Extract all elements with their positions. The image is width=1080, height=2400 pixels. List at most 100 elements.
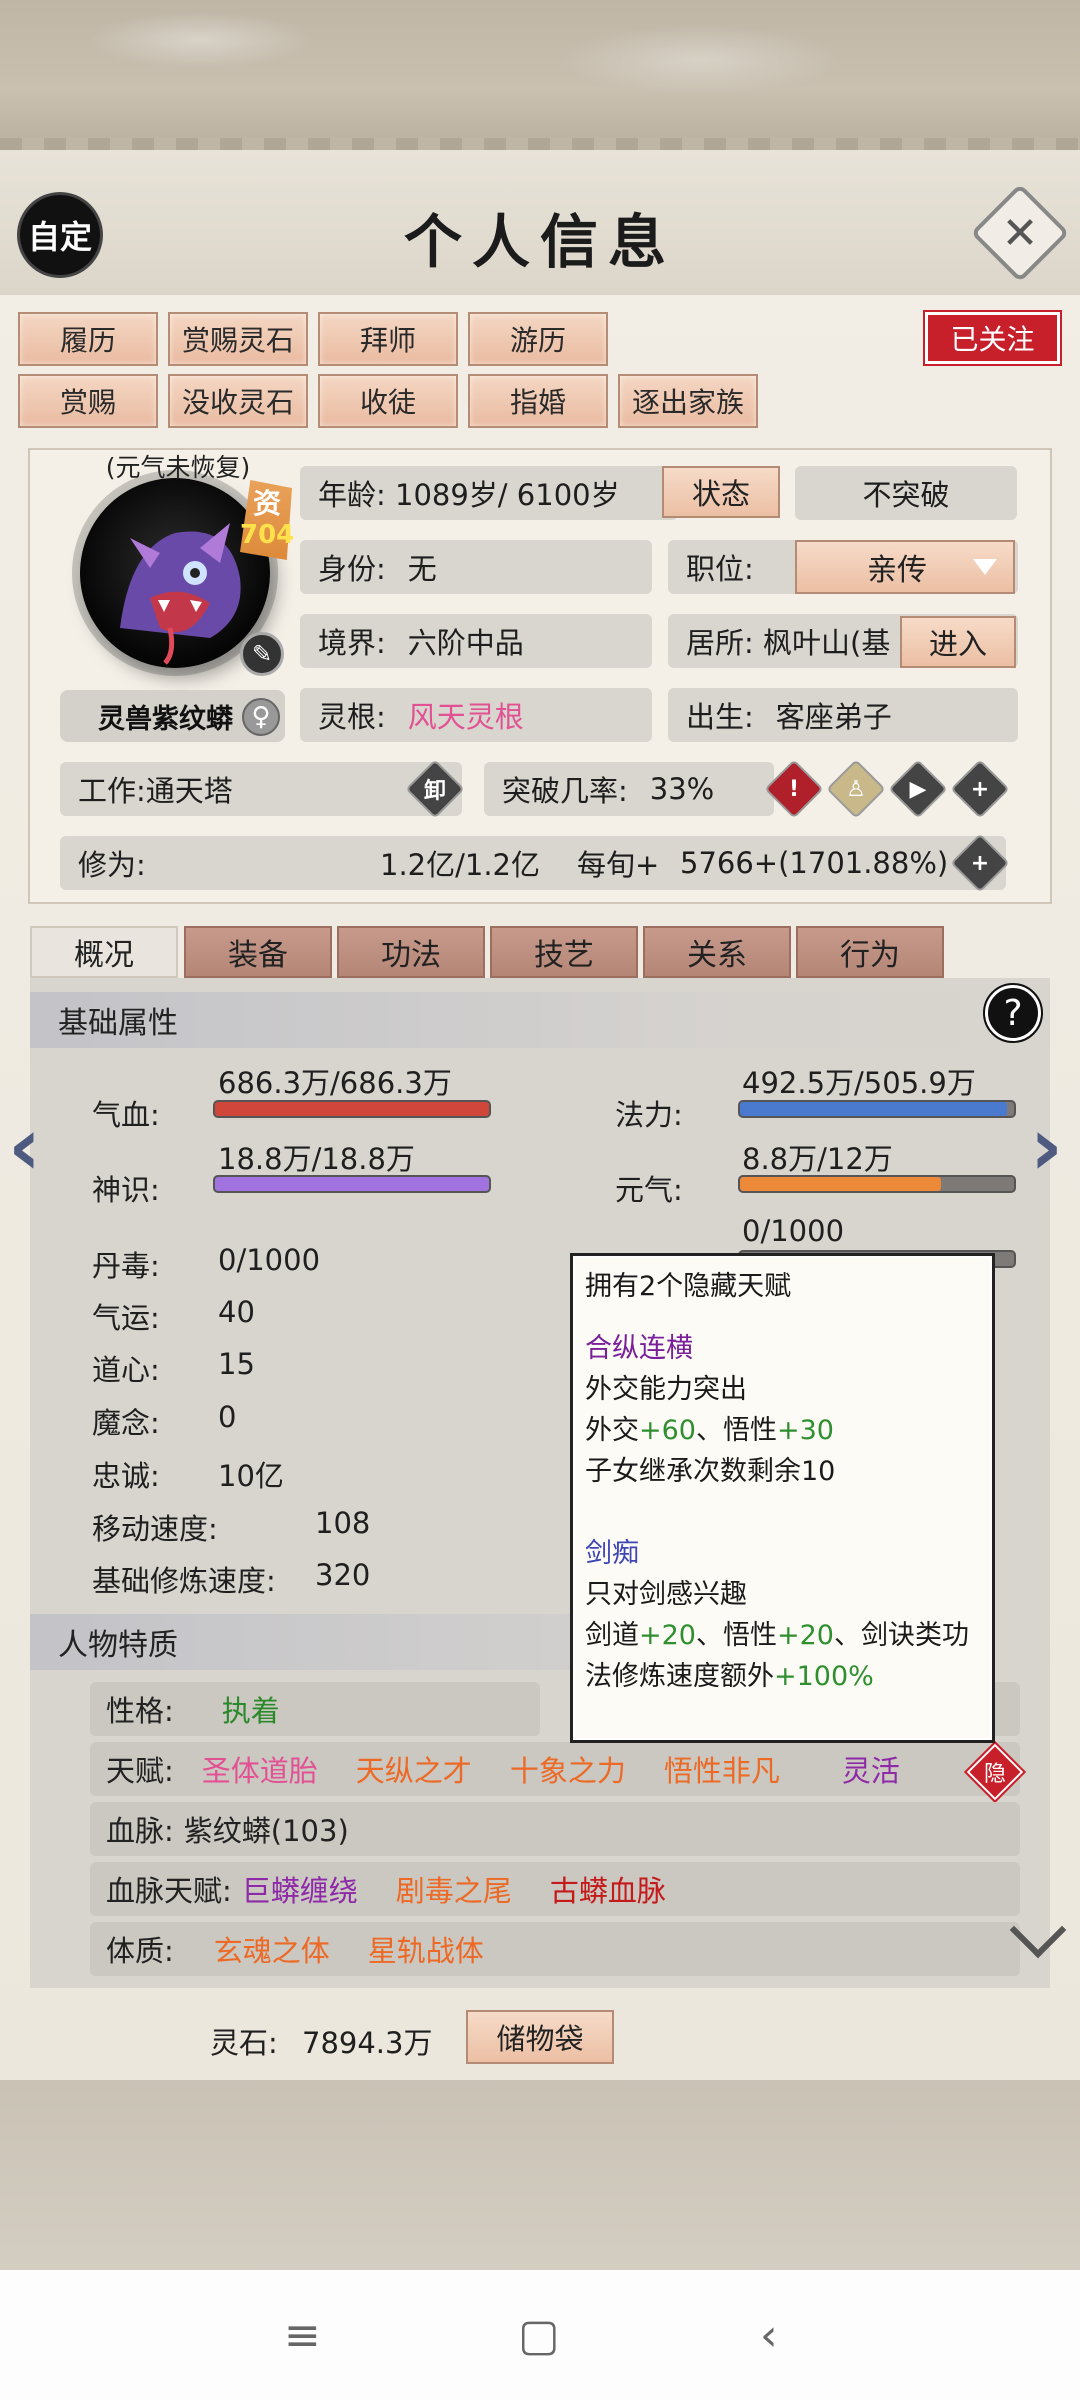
- apprentice-button[interactable]: 拜师: [318, 312, 458, 366]
- vital-value: 8.8万/12万: [742, 1142, 893, 1176]
- section-title: 基础属性: [58, 1006, 178, 1041]
- tab-skills[interactable]: 技艺: [490, 926, 638, 978]
- plus-icon: +: [970, 850, 990, 876]
- followed-badge[interactable]: 已关注: [923, 310, 1062, 366]
- vital-bar: [738, 1175, 1016, 1193]
- spirit-root-field: 灵根: 风天灵根: [300, 688, 652, 742]
- hidden-talent-tooltip: 拥有2个隐藏天赋 合纵连横 外交能力突出 外交+60、悟性+30 子女继承次数剩…: [570, 1253, 995, 1743]
- age-value: 1089岁/ 6100岁: [395, 478, 620, 512]
- snake-portrait-icon: [120, 523, 241, 665]
- realm-field: 境界: 六阶中品: [300, 614, 652, 668]
- bl-talent-item[interactable]: 巨蟒缠绕: [242, 1868, 358, 1910]
- bt-rate-value: 33%: [649, 772, 715, 806]
- effect-value: +20: [639, 1620, 696, 1651]
- enter-button[interactable]: 进入: [900, 616, 1016, 668]
- tab-overview[interactable]: 概况: [30, 926, 178, 978]
- reward-button[interactable]: 赏赐: [18, 374, 158, 428]
- confiscate-stone-button[interactable]: 没收灵石: [168, 374, 308, 428]
- effect-text: 外交: [585, 1415, 639, 1446]
- talent-item[interactable]: 十象之力: [510, 1748, 626, 1790]
- tab-equipment[interactable]: 装备: [184, 926, 332, 978]
- talent-label: 天赋:: [106, 1754, 174, 1788]
- age-label: 年龄:: [318, 478, 386, 512]
- home-icon[interactable]: ▢: [518, 2310, 560, 2361]
- tab-relations[interactable]: 关系: [643, 926, 791, 978]
- bl-talent-item[interactable]: 古蟒血脉: [550, 1868, 666, 1910]
- tooltip-talent-effect: 外交+60、悟性+30: [585, 1410, 980, 1451]
- talent-item[interactable]: 圣体道胎: [202, 1748, 318, 1790]
- play-icon: ▶: [909, 776, 927, 802]
- spirit-stone-value: 7894.3万: [302, 2026, 433, 2060]
- vital-label: 元气:: [615, 1173, 683, 1207]
- birth-value: 客座弟子: [775, 700, 892, 734]
- help-button[interactable]: ?: [983, 983, 1043, 1043]
- hp-value: 686.3万/686.3万: [218, 1066, 452, 1100]
- take-disciple-button[interactable]: 收徒: [318, 374, 458, 428]
- arrange-marriage-button[interactable]: 指婚: [468, 374, 608, 428]
- state-button[interactable]: 状态: [662, 466, 780, 518]
- tooltip-talent-effect: 剑道+20、悟性+20、剑诀类功: [585, 1615, 980, 1656]
- bloodline-label: 血脉:: [106, 1814, 174, 1848]
- cultivation-label: 修为:: [78, 848, 146, 882]
- expel-button[interactable]: 逐出家族: [618, 374, 758, 428]
- tab-behavior[interactable]: 行为: [796, 926, 944, 978]
- figure-icon: ♙: [846, 776, 866, 802]
- travel-button[interactable]: 游历: [468, 312, 608, 366]
- basic-attributes-header: 基础属性: [30, 992, 1050, 1048]
- hidden-label: 隐: [983, 1762, 1006, 1787]
- plus-icon: +: [970, 776, 990, 802]
- custom-button[interactable]: 自定: [20, 195, 100, 275]
- personality-value: 执着: [221, 1694, 280, 1728]
- page-title: 个人信息: [403, 208, 676, 276]
- reward-stone-button[interactable]: 赏赐灵石: [168, 312, 308, 366]
- per-turn-label: 每旬+: [577, 848, 660, 882]
- back-icon[interactable]: ‹: [760, 2310, 778, 2361]
- realm-value: 六阶中品: [407, 626, 524, 660]
- effect-value: +30: [776, 1415, 834, 1446]
- tooltip-talent-note: 子女继承次数剩余10: [585, 1456, 836, 1487]
- bloodline-value: 紫纹蟒(103): [183, 1814, 349, 1848]
- close-icon: ✕: [1001, 207, 1039, 259]
- physique-item[interactable]: 星轨战体: [368, 1928, 484, 1970]
- menu-icon[interactable]: ≡: [284, 2310, 321, 2361]
- physique-item[interactable]: 玄魂之体: [214, 1928, 330, 1970]
- dropdown-arrow-icon: [973, 559, 997, 575]
- aptitude-value: 704: [240, 520, 295, 550]
- stat-value: 0/1000: [218, 1243, 321, 1277]
- talent-item[interactable]: 悟性非凡: [664, 1748, 780, 1790]
- stat-label: 魔念:: [92, 1406, 160, 1440]
- position-value: 亲传: [867, 553, 927, 588]
- effect-text: 剑道: [585, 1620, 639, 1651]
- cultivation-field: 修为: 1.2亿/1.2亿 每旬+ 5766+(1701.88%): [60, 836, 1006, 890]
- position-dropdown[interactable]: 亲传: [795, 540, 1015, 594]
- talent-item[interactable]: 天纵之才: [356, 1748, 472, 1790]
- root-label: 灵根:: [318, 700, 386, 734]
- history-button[interactable]: 履历: [18, 312, 158, 366]
- no-breakthrough-button[interactable]: 不突破: [795, 466, 1017, 520]
- edit-icon[interactable]: ✎: [240, 632, 284, 676]
- mana-fill: [740, 1102, 1007, 1116]
- effect-text: 、悟性: [695, 1415, 777, 1446]
- talent-item[interactable]: 灵活: [842, 1748, 900, 1790]
- breakthrough-rate-field: 突破几率: 33%: [484, 762, 774, 816]
- avatar[interactable]: [80, 478, 270, 668]
- bl-talent-label: 血脉天赋:: [106, 1874, 232, 1908]
- position-label: 职位:: [686, 552, 754, 586]
- realm-label: 境界:: [318, 626, 386, 660]
- prev-arrow-icon[interactable]: ‹: [8, 1100, 41, 1193]
- mana-bar: [738, 1100, 1016, 1118]
- top-decoration: [0, 0, 1080, 150]
- spirit-stone-label: 灵石:: [210, 2026, 278, 2060]
- stat-value: 108: [315, 1506, 371, 1540]
- tab-techniques[interactable]: 功法: [337, 926, 485, 978]
- sense-fill: [215, 1177, 489, 1191]
- storage-bag-button[interactable]: 储物袋: [466, 2010, 614, 2064]
- next-arrow-icon[interactable]: ›: [1030, 1100, 1063, 1193]
- hp-bar: [213, 1100, 491, 1118]
- bl-talent-item[interactable]: 剧毒之尾: [396, 1868, 512, 1910]
- job-value: 通天塔: [145, 774, 233, 808]
- stat-value: 40: [218, 1295, 255, 1329]
- unload-label: 卸: [423, 779, 446, 804]
- effect-value: +100%: [774, 1661, 874, 1692]
- per-turn-value: 5766+(1701.88%): [680, 846, 949, 880]
